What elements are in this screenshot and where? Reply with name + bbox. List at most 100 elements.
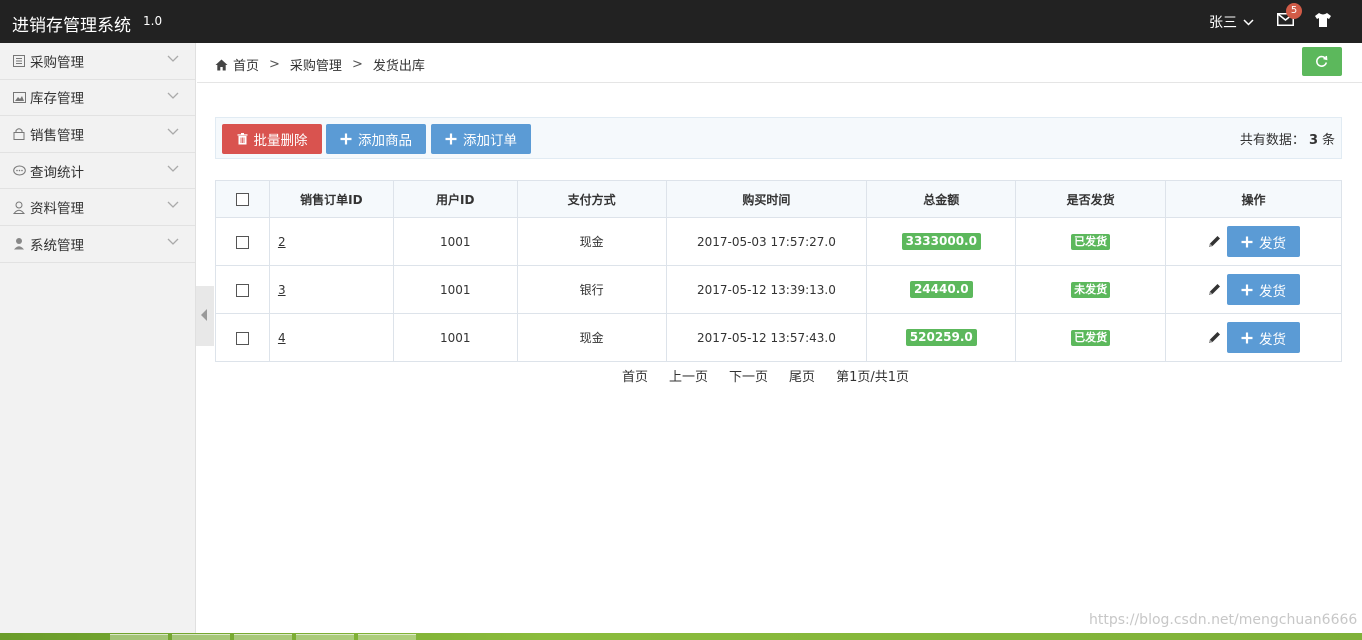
- sidebar-item-label: 查询统计: [30, 164, 84, 181]
- breadcrumb-separator: >: [269, 57, 280, 72]
- action-toolbar: 批量删除 添加商品 添加订单 共有数据： 3 条: [215, 117, 1342, 159]
- mail-count-badge: 5: [1286, 3, 1302, 19]
- last-page-link[interactable]: 尾页: [789, 366, 815, 385]
- column-header: 购买时间: [665, 180, 868, 218]
- taskbar-item[interactable]: [296, 634, 354, 640]
- sidebar-item-label: 采购管理: [30, 54, 84, 71]
- chevron-down-icon: [167, 128, 179, 136]
- sidebar-item-inventory[interactable]: 库存管理: [0, 80, 195, 117]
- comment-icon: [12, 164, 26, 178]
- amount-cell: 24440.0: [866, 265, 1017, 314]
- plus-icon: [1241, 332, 1253, 343]
- actions-cell: 发货: [1165, 265, 1342, 314]
- watermark-url: https://blog.csdn.net/mengchuan6666: [1089, 612, 1358, 628]
- tshirt-icon[interactable]: [1314, 12, 1332, 28]
- column-header: 支付方式: [516, 180, 667, 218]
- sidebar-item-query[interactable]: 查询统计: [0, 153, 195, 190]
- total-prefix: 共有数据：: [1239, 133, 1305, 148]
- row-select-cell: [215, 265, 270, 314]
- chevron-down-icon: [167, 92, 179, 99]
- plus-icon: [445, 133, 457, 145]
- batch-delete-button[interactable]: 批量删除: [222, 124, 322, 154]
- row-checkbox[interactable]: [235, 283, 249, 297]
- chevron-down-icon: [167, 165, 179, 172]
- breadcrumb-home[interactable]: 首页: [233, 55, 259, 74]
- ship-button[interactable]: 发货: [1227, 322, 1301, 353]
- order-id-cell: 3: [268, 265, 394, 314]
- app-title[interactable]: 进销存管理系统: [12, 11, 131, 36]
- column-header: 销售订单ID: [268, 180, 394, 218]
- order-id-cell: 2: [268, 217, 394, 266]
- chevron-down-icon: [167, 201, 179, 209]
- user-menu[interactable]: 张三: [1209, 12, 1254, 32]
- add-order-button[interactable]: 添加订单: [431, 124, 531, 154]
- amount-badge: 24440.0: [909, 281, 973, 298]
- pencil-icon[interactable]: [1207, 331, 1221, 345]
- taskbar-item[interactable]: [172, 634, 230, 640]
- batch-delete-label: 批量删除: [253, 133, 308, 149]
- trash-icon: [237, 133, 247, 145]
- table-row: 4 1001 现金 2017-05-12 13:57:43.0 520259.0…: [215, 313, 1342, 362]
- sidebar-item-system[interactable]: 系统管理: [0, 226, 195, 263]
- select-all-cell: [215, 180, 270, 218]
- refresh-button[interactable]: [1302, 47, 1342, 76]
- record-total: 共有数据： 3 条: [1240, 129, 1335, 148]
- breadcrumb-current: 发货出库: [372, 59, 425, 74]
- order-id-link[interactable]: 3: [278, 283, 286, 297]
- row-select-cell: [215, 313, 270, 362]
- payment-cell: 银行: [516, 265, 667, 314]
- plus-icon: [1241, 236, 1253, 247]
- column-header: 总金额: [866, 180, 1017, 218]
- sidebar-item-label: 销售管理: [30, 127, 84, 144]
- app-version: 1.0: [143, 14, 163, 28]
- prev-page-link[interactable]: 上一页: [669, 366, 708, 385]
- sidebar-item-sales[interactable]: 销售管理: [0, 116, 195, 153]
- pencil-icon[interactable]: [1207, 235, 1221, 249]
- sidebar-item-data[interactable]: 资料管理: [0, 189, 195, 226]
- list-icon: [12, 54, 26, 68]
- page-info: 第1页/共1页: [836, 370, 909, 385]
- order-id-cell: 4: [268, 313, 394, 362]
- pencil-icon[interactable]: [1207, 283, 1221, 297]
- add-product-button[interactable]: 添加商品: [326, 124, 426, 154]
- column-header: 是否发货: [1015, 180, 1167, 218]
- amount-cell: 3333000.0: [866, 217, 1017, 266]
- row-select-cell: [215, 217, 270, 266]
- row-checkbox[interactable]: [235, 331, 249, 345]
- breadcrumb-section[interactable]: 采购管理: [290, 55, 342, 74]
- column-header: 用户ID: [392, 180, 518, 218]
- user-id-cell: 1001: [392, 217, 518, 266]
- breadcrumb-bar: 首页 > 采购管理 > 发货出库: [197, 43, 1362, 83]
- order-id-link[interactable]: 4: [278, 331, 286, 345]
- refresh-icon: [1316, 55, 1328, 67]
- amount-badge: 3333000.0: [901, 233, 981, 250]
- home-icon: [215, 59, 228, 70]
- taskbar-item[interactable]: [110, 634, 168, 640]
- user-id-cell: 1001: [392, 265, 518, 314]
- total-suffix: 条: [1321, 133, 1335, 148]
- breadcrumb-separator: >: [351, 57, 363, 72]
- user-icon: [12, 237, 26, 251]
- order-id-link[interactable]: 2: [278, 235, 286, 249]
- pagination: 首页 上一页 下一页 尾页 第1页/共1页: [622, 366, 909, 385]
- sidebar: 采购管理 库存管理 销售管理 查询统计 资料管理 系统管理: [0, 43, 196, 633]
- first-page-link[interactable]: 首页: [622, 366, 648, 385]
- purchase-time-cell: 2017-05-03 17:57:27.0: [665, 217, 868, 266]
- user-name: 张三: [1209, 15, 1237, 31]
- actions-cell: 发货: [1165, 217, 1342, 266]
- ship-button[interactable]: 发货: [1227, 274, 1301, 305]
- purchase-time-cell: 2017-05-12 13:39:13.0: [665, 265, 868, 314]
- taskbar-item[interactable]: [234, 634, 292, 640]
- ship-button[interactable]: 发货: [1227, 226, 1301, 257]
- select-all-checkbox[interactable]: [235, 193, 249, 206]
- add-order-label: 添加订单: [463, 133, 517, 149]
- ship-label: 发货: [1259, 283, 1287, 300]
- sidebar-collapse-toggle[interactable]: [196, 286, 214, 346]
- shipped-status-badge: 未发货: [1071, 281, 1111, 298]
- plus-icon: [1241, 284, 1253, 295]
- sidebar-item-purchase[interactable]: 采购管理: [0, 43, 195, 80]
- sidebar-item-label: 库存管理: [30, 91, 84, 108]
- row-checkbox[interactable]: [235, 235, 249, 249]
- taskbar-item[interactable]: [358, 634, 416, 640]
- next-page-link[interactable]: 下一页: [729, 366, 768, 385]
